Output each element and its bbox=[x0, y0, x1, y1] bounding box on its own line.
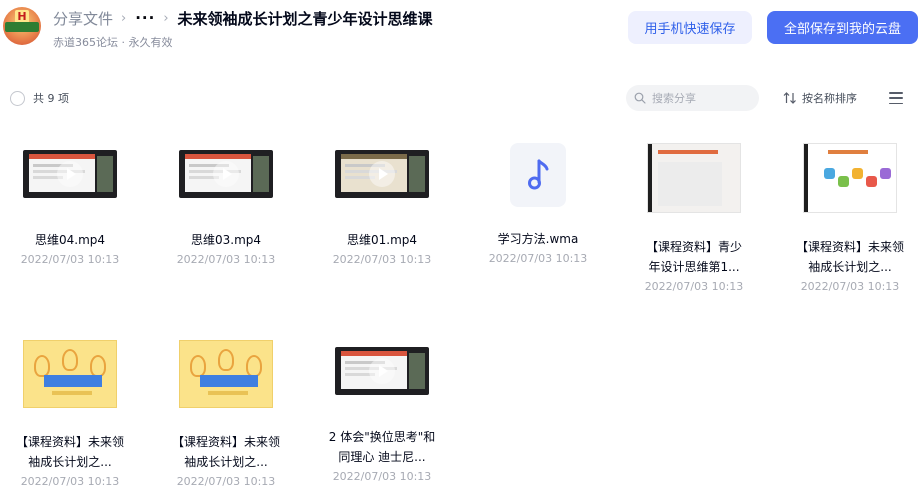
file-item[interactable]: 思维03.mp4 2022/07/03 10:13 bbox=[156, 150, 296, 266]
file-date: 2022/07/03 10:13 bbox=[176, 253, 276, 266]
document-thumbnail bbox=[803, 143, 897, 213]
page-title: 未来领袖成长计划之青少年设计思维课 bbox=[177, 9, 433, 28]
file-name: 【课程资料】未来领袖成长计划之... bbox=[795, 240, 904, 274]
menu-icon[interactable] bbox=[889, 92, 903, 104]
breadcrumb-more[interactable]: ··· bbox=[135, 9, 155, 27]
file-date: 2022/07/03 10:13 bbox=[332, 253, 432, 266]
video-thumbnail bbox=[335, 347, 429, 395]
file-name: 思维03.mp4 bbox=[190, 233, 262, 247]
file-name: 【课程资料】青少年设计思维第1... bbox=[645, 240, 742, 274]
file-item[interactable]: 学习方法.wma 2022/07/03 10:13 bbox=[468, 143, 608, 265]
file-date: 2022/07/03 10:13 bbox=[20, 475, 120, 488]
audio-thumbnail bbox=[510, 143, 566, 207]
search-box[interactable] bbox=[626, 85, 759, 111]
file-date: 2022/07/03 10:13 bbox=[332, 470, 432, 483]
mobile-save-button[interactable]: 用手机快速保存 bbox=[628, 11, 752, 44]
share-subtitle: 赤道365论坛 · 永久有效 bbox=[53, 36, 173, 49]
select-all-checkbox[interactable] bbox=[10, 90, 25, 106]
file-item[interactable]: 思维01.mp4 2022/07/03 10:13 bbox=[312, 150, 452, 266]
avatar: H bbox=[3, 7, 41, 45]
file-date: 2022/07/03 10:13 bbox=[644, 280, 744, 293]
image-thumbnail bbox=[179, 340, 273, 408]
file-name: 【课程资料】未来领袖成长计划之... bbox=[171, 435, 280, 469]
sort-label: 按名称排序 bbox=[802, 92, 857, 105]
item-count: 共 9 项 bbox=[33, 92, 69, 105]
video-thumbnail bbox=[23, 150, 117, 198]
file-date: 2022/07/03 10:13 bbox=[800, 280, 900, 293]
music-note-icon bbox=[528, 159, 549, 190]
file-item[interactable]: 【课程资料】未来领袖成长计划之... 2022/07/03 10:13 bbox=[156, 340, 296, 488]
play-icon bbox=[369, 161, 395, 187]
file-item[interactable]: 2 体会"换位思考"和同理心 迪士尼... 2022/07/03 10:13 bbox=[312, 347, 452, 483]
video-thumbnail bbox=[179, 150, 273, 198]
file-item[interactable]: 思维04.mp4 2022/07/03 10:13 bbox=[0, 150, 140, 266]
search-icon bbox=[634, 92, 646, 104]
file-item[interactable]: 【课程资料】青少年设计思维第1... 2022/07/03 10:13 bbox=[624, 143, 764, 293]
sort-icon bbox=[783, 92, 796, 104]
file-name: 学习方法.wma bbox=[497, 232, 579, 246]
breadcrumb-root[interactable]: 分享文件 bbox=[53, 8, 113, 29]
file-name: 【课程资料】未来领袖成长计划之... bbox=[15, 435, 124, 469]
play-icon bbox=[369, 358, 395, 384]
file-name: 思维01.mp4 bbox=[346, 233, 418, 247]
chevron-right-icon: › bbox=[163, 10, 169, 26]
video-thumbnail bbox=[335, 150, 429, 198]
save-all-button[interactable]: 全部保存到我的云盘 bbox=[767, 11, 918, 44]
file-date: 2022/07/03 10:13 bbox=[488, 252, 588, 265]
image-thumbnail bbox=[23, 340, 117, 408]
file-item[interactable]: 【课程资料】未来领袖成长计划之... 2022/07/03 10:13 bbox=[780, 143, 920, 293]
search-input[interactable] bbox=[652, 91, 747, 105]
file-date: 2022/07/03 10:13 bbox=[176, 475, 276, 488]
file-name: 思维04.mp4 bbox=[34, 233, 106, 247]
file-item[interactable]: 【课程资料】未来领袖成长计划之... 2022/07/03 10:13 bbox=[0, 340, 140, 488]
sort-button[interactable]: 按名称排序 bbox=[783, 90, 857, 106]
file-name: 2 体会"换位思考"和同理心 迪士尼... bbox=[328, 430, 436, 464]
breadcrumb: 分享文件 › ··· › 未来领袖成长计划之青少年设计思维课 bbox=[53, 8, 433, 28]
play-icon bbox=[213, 161, 239, 187]
play-icon bbox=[57, 161, 83, 187]
select-all[interactable]: 共 9 项 bbox=[10, 90, 69, 106]
file-date: 2022/07/03 10:13 bbox=[20, 253, 120, 266]
chevron-right-icon: › bbox=[121, 10, 127, 26]
document-thumbnail bbox=[647, 143, 741, 213]
